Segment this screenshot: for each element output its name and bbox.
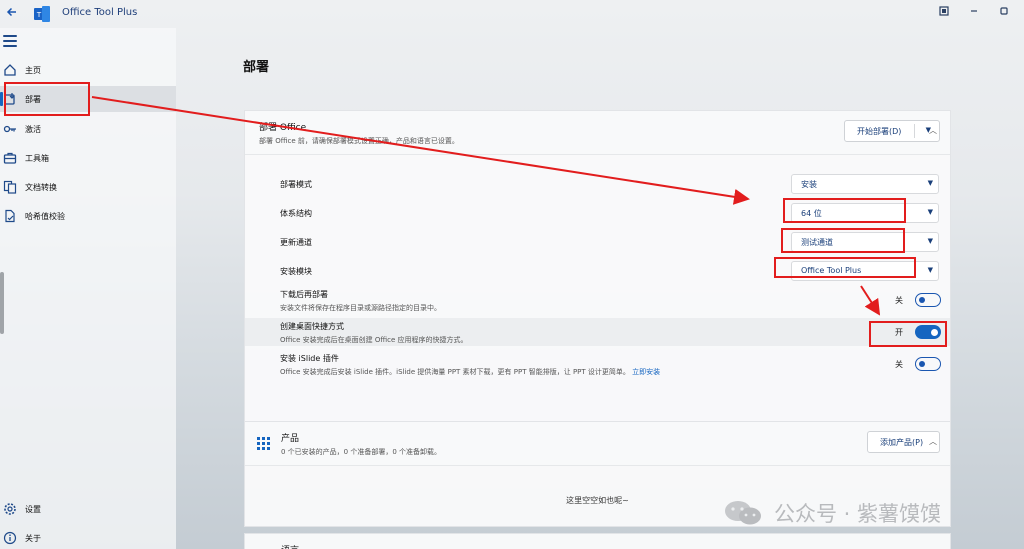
app-title: Office Tool Plus — [62, 7, 138, 18]
architecture-label: 体系结构 — [280, 209, 312, 218]
card-title: 部署 Office — [259, 123, 307, 133]
split-divider — [914, 124, 915, 138]
annotation-box-module — [774, 257, 916, 278]
selected-value: 安装 — [801, 180, 817, 189]
chevron-up-icon[interactable]: ︿ — [929, 436, 937, 447]
download-then-deploy-label: 下载后再部署 — [280, 290, 328, 299]
annotation-box-shortcut-toggle — [869, 321, 947, 347]
gear-icon — [3, 502, 17, 516]
toggle-switch[interactable] — [915, 293, 941, 307]
arrow-left-icon[interactable] — [4, 6, 20, 22]
deploy-office-card-header[interactable]: 部署 Office 部署 Office 前，请确保部署模式设置正确，产品和语言已… — [245, 111, 950, 155]
chevron-down-icon: ▼ — [927, 208, 933, 216]
watermark-text: 公众号 · 紫薯馍馍 — [774, 502, 942, 526]
sidebar-item-hash-check[interactable]: 哈希值校验 — [0, 203, 176, 229]
annotation-box-channel — [781, 228, 905, 253]
deploy-mode-select[interactable]: 安装 ▼ — [791, 174, 939, 194]
chevron-up-icon[interactable]: ︿ — [929, 125, 937, 136]
islide-plugin-desc: Office 安装完成后安装 iSlide 插件。iSlide 提供海量 PPT… — [280, 367, 660, 377]
toggle-state-text: 关 — [895, 360, 903, 369]
islide-plugin-toggle[interactable]: 关 — [895, 357, 941, 373]
desktop-shortcut-desc: Office 安装完成后在桌面创建 Office 应用程序的快捷方式。 — [280, 336, 468, 344]
sidebar-item-label: 激活 — [25, 124, 41, 134]
grid-icon — [257, 437, 270, 450]
chevron-down-icon: ▼ — [927, 237, 933, 245]
office-tool-plus-logo-icon: T — [33, 5, 51, 23]
watermark: 公众号 · 紫薯馍馍 — [722, 498, 941, 528]
sidebar-item-label: 工具箱 — [25, 153, 49, 163]
title-bar: T Office Tool Plus — [0, 0, 1024, 28]
annotation-box-architecture — [783, 198, 906, 223]
page-title: 部署 — [243, 60, 270, 75]
sidebar-item-toolbox[interactable]: 工具箱 — [0, 145, 176, 171]
add-product-label: 添加产品(P) — [880, 437, 924, 447]
chevron-down-icon: ▼ — [927, 266, 933, 274]
product-card-header[interactable]: 产品 0 个已安装的产品，0 个准备部署，0 个准备卸载。 添加产品(P) ︿ — [245, 422, 950, 466]
card-subtitle: 0 个已安装的产品，0 个准备部署，0 个准备卸载。 — [281, 448, 442, 456]
hash-check-icon — [3, 209, 17, 223]
download-then-deploy-desc: 安装文件将保存在程序目录或源路径指定的目录中。 — [280, 304, 441, 312]
toolbox-icon — [3, 151, 17, 165]
home-icon — [3, 63, 17, 77]
maximize-icon[interactable] — [996, 6, 1012, 22]
card-subtitle: 部署 Office 前，请确保部署模式设置正确，产品和语言已设置。 — [259, 137, 459, 145]
sidebar-item-settings[interactable]: 设置 — [0, 496, 176, 522]
svg-text:T: T — [36, 11, 42, 19]
pin-icon[interactable] — [936, 6, 952, 22]
install-now-link[interactable]: 立即安装 — [632, 368, 660, 376]
islide-plugin-label: 安装 iSlide 插件 — [280, 354, 339, 363]
sidebar-scrollbar[interactable] — [0, 272, 4, 334]
toggle-state-text: 关 — [895, 296, 903, 305]
annotation-box-deploy-nav — [4, 82, 90, 116]
update-channel-label: 更新通道 — [280, 238, 312, 247]
sidebar-item-label: 主页 — [25, 65, 41, 75]
start-deploy-label: 开始部署(D) — [857, 126, 902, 136]
sidebar-item-label: 哈希值校验 — [25, 211, 65, 221]
minimize-icon[interactable] — [966, 6, 982, 22]
hamburger-menu-icon[interactable] — [3, 35, 17, 47]
card-title: 语言 — [281, 543, 299, 549]
sidebar-item-activate[interactable]: 激活 — [0, 116, 176, 142]
deploy-mode-label: 部署模式 — [280, 180, 312, 189]
document-convert-icon — [3, 180, 17, 194]
card-title: 产品 — [281, 434, 300, 444]
info-icon — [3, 531, 17, 545]
main-content: 部署 部署 Office 部署 Office 前，请确保部署模式设置正确，产品和… — [176, 28, 1024, 549]
sidebar-item-label: 设置 — [25, 504, 41, 514]
sidebar-item-label: 关于 — [25, 533, 41, 543]
language-card: 语言 — [244, 533, 951, 549]
desktop-shortcut-label: 创建桌面快捷方式 — [280, 322, 344, 331]
install-module-label: 安装模块 — [280, 267, 312, 276]
chevron-down-icon: ▼ — [927, 179, 933, 187]
islide-desc-text: Office 安装完成后安装 iSlide 插件。iSlide 提供海量 PPT… — [280, 368, 630, 376]
key-icon — [3, 122, 17, 136]
download-then-deploy-toggle[interactable]: 关 — [895, 293, 941, 309]
toggle-switch[interactable] — [915, 357, 941, 371]
sidebar-item-label: 文档转换 — [25, 182, 57, 192]
wechat-logo-icon — [722, 498, 766, 528]
sidebar-item-about[interactable]: 关于 — [0, 525, 176, 549]
sidebar-item-doc-convert[interactable]: 文档转换 — [0, 174, 176, 200]
start-deploy-button[interactable]: 开始部署(D) ▼ — [844, 120, 940, 142]
sidebar-item-home[interactable]: 主页 — [0, 57, 176, 83]
